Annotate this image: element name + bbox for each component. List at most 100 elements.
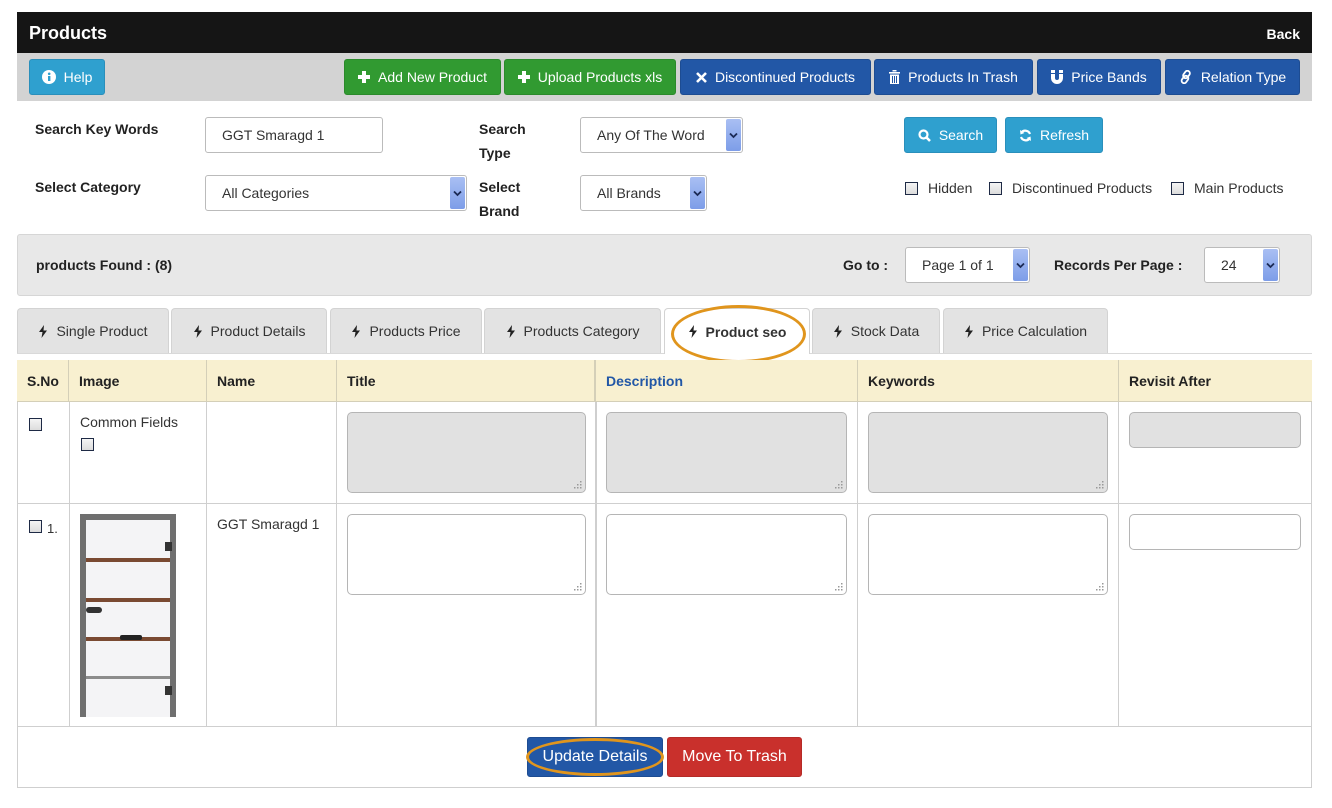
tab-product-details[interactable]: Product Details <box>171 308 327 353</box>
add-new-product-button[interactable]: Add New Product <box>344 59 501 95</box>
plus-icon <box>517 71 530 83</box>
upload-products-xls-button[interactable]: Upload Products xls <box>504 59 676 95</box>
bolt-icon <box>688 325 697 338</box>
products-in-trash-button[interactable]: Products In Trash <box>874 59 1033 95</box>
page-title: Products <box>29 23 108 43</box>
common-keywords-textarea[interactable] <box>868 412 1108 493</box>
bolt-icon <box>506 324 515 338</box>
main-products-checkbox[interactable] <box>1171 182 1184 195</box>
resize-grip-icon[interactable] <box>835 583 843 591</box>
discontinued-products-button[interactable]: Discontinued Products <box>680 59 871 95</box>
tab-stock-data[interactable]: Stock Data <box>812 308 940 353</box>
resize-grip-icon[interactable] <box>1096 481 1104 489</box>
divider <box>206 402 207 726</box>
resize-grip-icon[interactable] <box>1096 583 1104 591</box>
main-products-label: Main Products <box>1194 180 1284 196</box>
page-header: Products Back <box>17 12 1312 53</box>
column-header-description[interactable]: Description <box>596 360 858 402</box>
move-to-trash-button[interactable]: Move To Trash <box>667 737 802 777</box>
divider <box>336 402 337 726</box>
row-title-textarea[interactable] <box>347 514 586 595</box>
resize-grip-icon[interactable] <box>574 583 582 591</box>
tab-price-calculation[interactable]: Price Calculation <box>943 308 1108 353</box>
tab-label: Product Details <box>210 323 306 339</box>
plus-icon <box>358 71 371 83</box>
refresh-icon <box>1019 129 1032 142</box>
move-to-trash-label: Move To Trash <box>682 748 787 765</box>
hidden-checkbox[interactable] <box>905 182 918 195</box>
search-button-label: Search <box>938 127 984 143</box>
discontinued-products-label: Discontinued Products <box>714 69 856 85</box>
discontinued-products-filter-label: Discontinued Products <box>1012 180 1153 196</box>
common-fields-checkbox[interactable] <box>81 438 94 451</box>
category-select[interactable]: All Categories <box>205 175 467 211</box>
tab-products-price[interactable]: Products Price <box>330 308 482 353</box>
brand-select[interactable]: All Brands <box>580 175 707 211</box>
price-bands-button[interactable]: Price Bands <box>1037 59 1161 95</box>
tab-products-category[interactable]: Products Category <box>484 308 661 353</box>
page-value: Page 1 of 1 <box>922 257 994 273</box>
tab-label: Products Category <box>523 323 640 339</box>
select-brand-label-line1: Select <box>479 179 521 195</box>
page-select[interactable]: Page 1 of 1 <box>905 247 1030 283</box>
bolt-icon <box>833 324 842 338</box>
products-found-count: products Found : (8) <box>36 257 173 273</box>
search-button[interactable]: Search <box>904 117 997 153</box>
info-icon <box>41 70 56 84</box>
search-keywords-label: Search Key Words <box>35 121 159 137</box>
divider <box>1118 402 1119 726</box>
tab-product-seo[interactable]: Product seo <box>664 308 810 354</box>
help-button[interactable]: Help <box>29 59 105 95</box>
column-header-revisit-after: Revisit After <box>1119 360 1312 402</box>
column-header-keywords: Keywords <box>858 360 1119 402</box>
select-brand-label: Select Brand <box>479 175 520 223</box>
bolt-icon <box>964 324 973 338</box>
common-revisit-after-input[interactable] <box>1129 412 1301 448</box>
row-product-name: GGT Smaragd 1 <box>217 516 320 532</box>
relation-type-label: Relation Type <box>1200 69 1287 85</box>
row-checkbox[interactable] <box>29 520 42 533</box>
search-icon <box>918 128 931 142</box>
refresh-button[interactable]: Refresh <box>1005 117 1103 153</box>
column-header-title: Title <box>337 360 596 402</box>
chevron-down-icon <box>726 119 741 151</box>
update-details-label: Update Details <box>542 748 648 765</box>
upload-products-xls-label: Upload Products xls <box>537 69 663 85</box>
price-bands-label: Price Bands <box>1071 69 1147 85</box>
column-header-name: Name <box>207 360 337 402</box>
search-type-value: Any Of The Word <box>597 127 705 143</box>
toolbar: Help Add New Product Upload Products xls… <box>17 53 1312 101</box>
search-keywords-input[interactable]: GGT Smaragd 1 <box>205 117 383 153</box>
resize-grip-icon[interactable] <box>835 481 843 489</box>
row-keywords-textarea[interactable] <box>868 514 1108 595</box>
magnet-icon <box>1051 70 1064 84</box>
common-description-textarea[interactable] <box>606 412 847 493</box>
records-per-page-label: Records Per Page : <box>1054 257 1183 273</box>
update-details-button[interactable]: Update Details <box>527 737 663 777</box>
product-image[interactable] <box>80 514 176 717</box>
records-per-page-select[interactable]: 24 <box>1204 247 1280 283</box>
back-link[interactable]: Back <box>1267 26 1300 42</box>
row-revisit-after-input[interactable] <box>1129 514 1301 550</box>
bolt-icon <box>352 324 361 338</box>
common-title-textarea[interactable] <box>347 412 586 493</box>
goto-label: Go to : <box>843 257 889 273</box>
bolt-icon <box>39 324 48 338</box>
discontinued-products-checkbox[interactable] <box>989 182 1002 195</box>
link-icon <box>1179 70 1193 84</box>
select-brand-label-line2: Brand <box>479 203 520 219</box>
divider <box>69 402 70 726</box>
tab-label: Product seo <box>705 323 787 340</box>
search-type-select[interactable]: Any Of The Word <box>580 117 743 153</box>
divider <box>17 503 1312 504</box>
records-per-page-value: 24 <box>1221 257 1237 273</box>
row-description-textarea[interactable] <box>606 514 847 595</box>
hidden-label: Hidden <box>928 180 973 196</box>
tab-single-product[interactable]: Single Product <box>17 308 169 353</box>
search-type-label-line1: Search <box>479 121 526 137</box>
relation-type-button[interactable]: Relation Type <box>1165 59 1300 95</box>
category-value: All Categories <box>222 185 310 201</box>
column-header-image: Image <box>69 360 207 402</box>
resize-grip-icon[interactable] <box>574 481 582 489</box>
common-row-checkbox[interactable] <box>29 418 42 431</box>
